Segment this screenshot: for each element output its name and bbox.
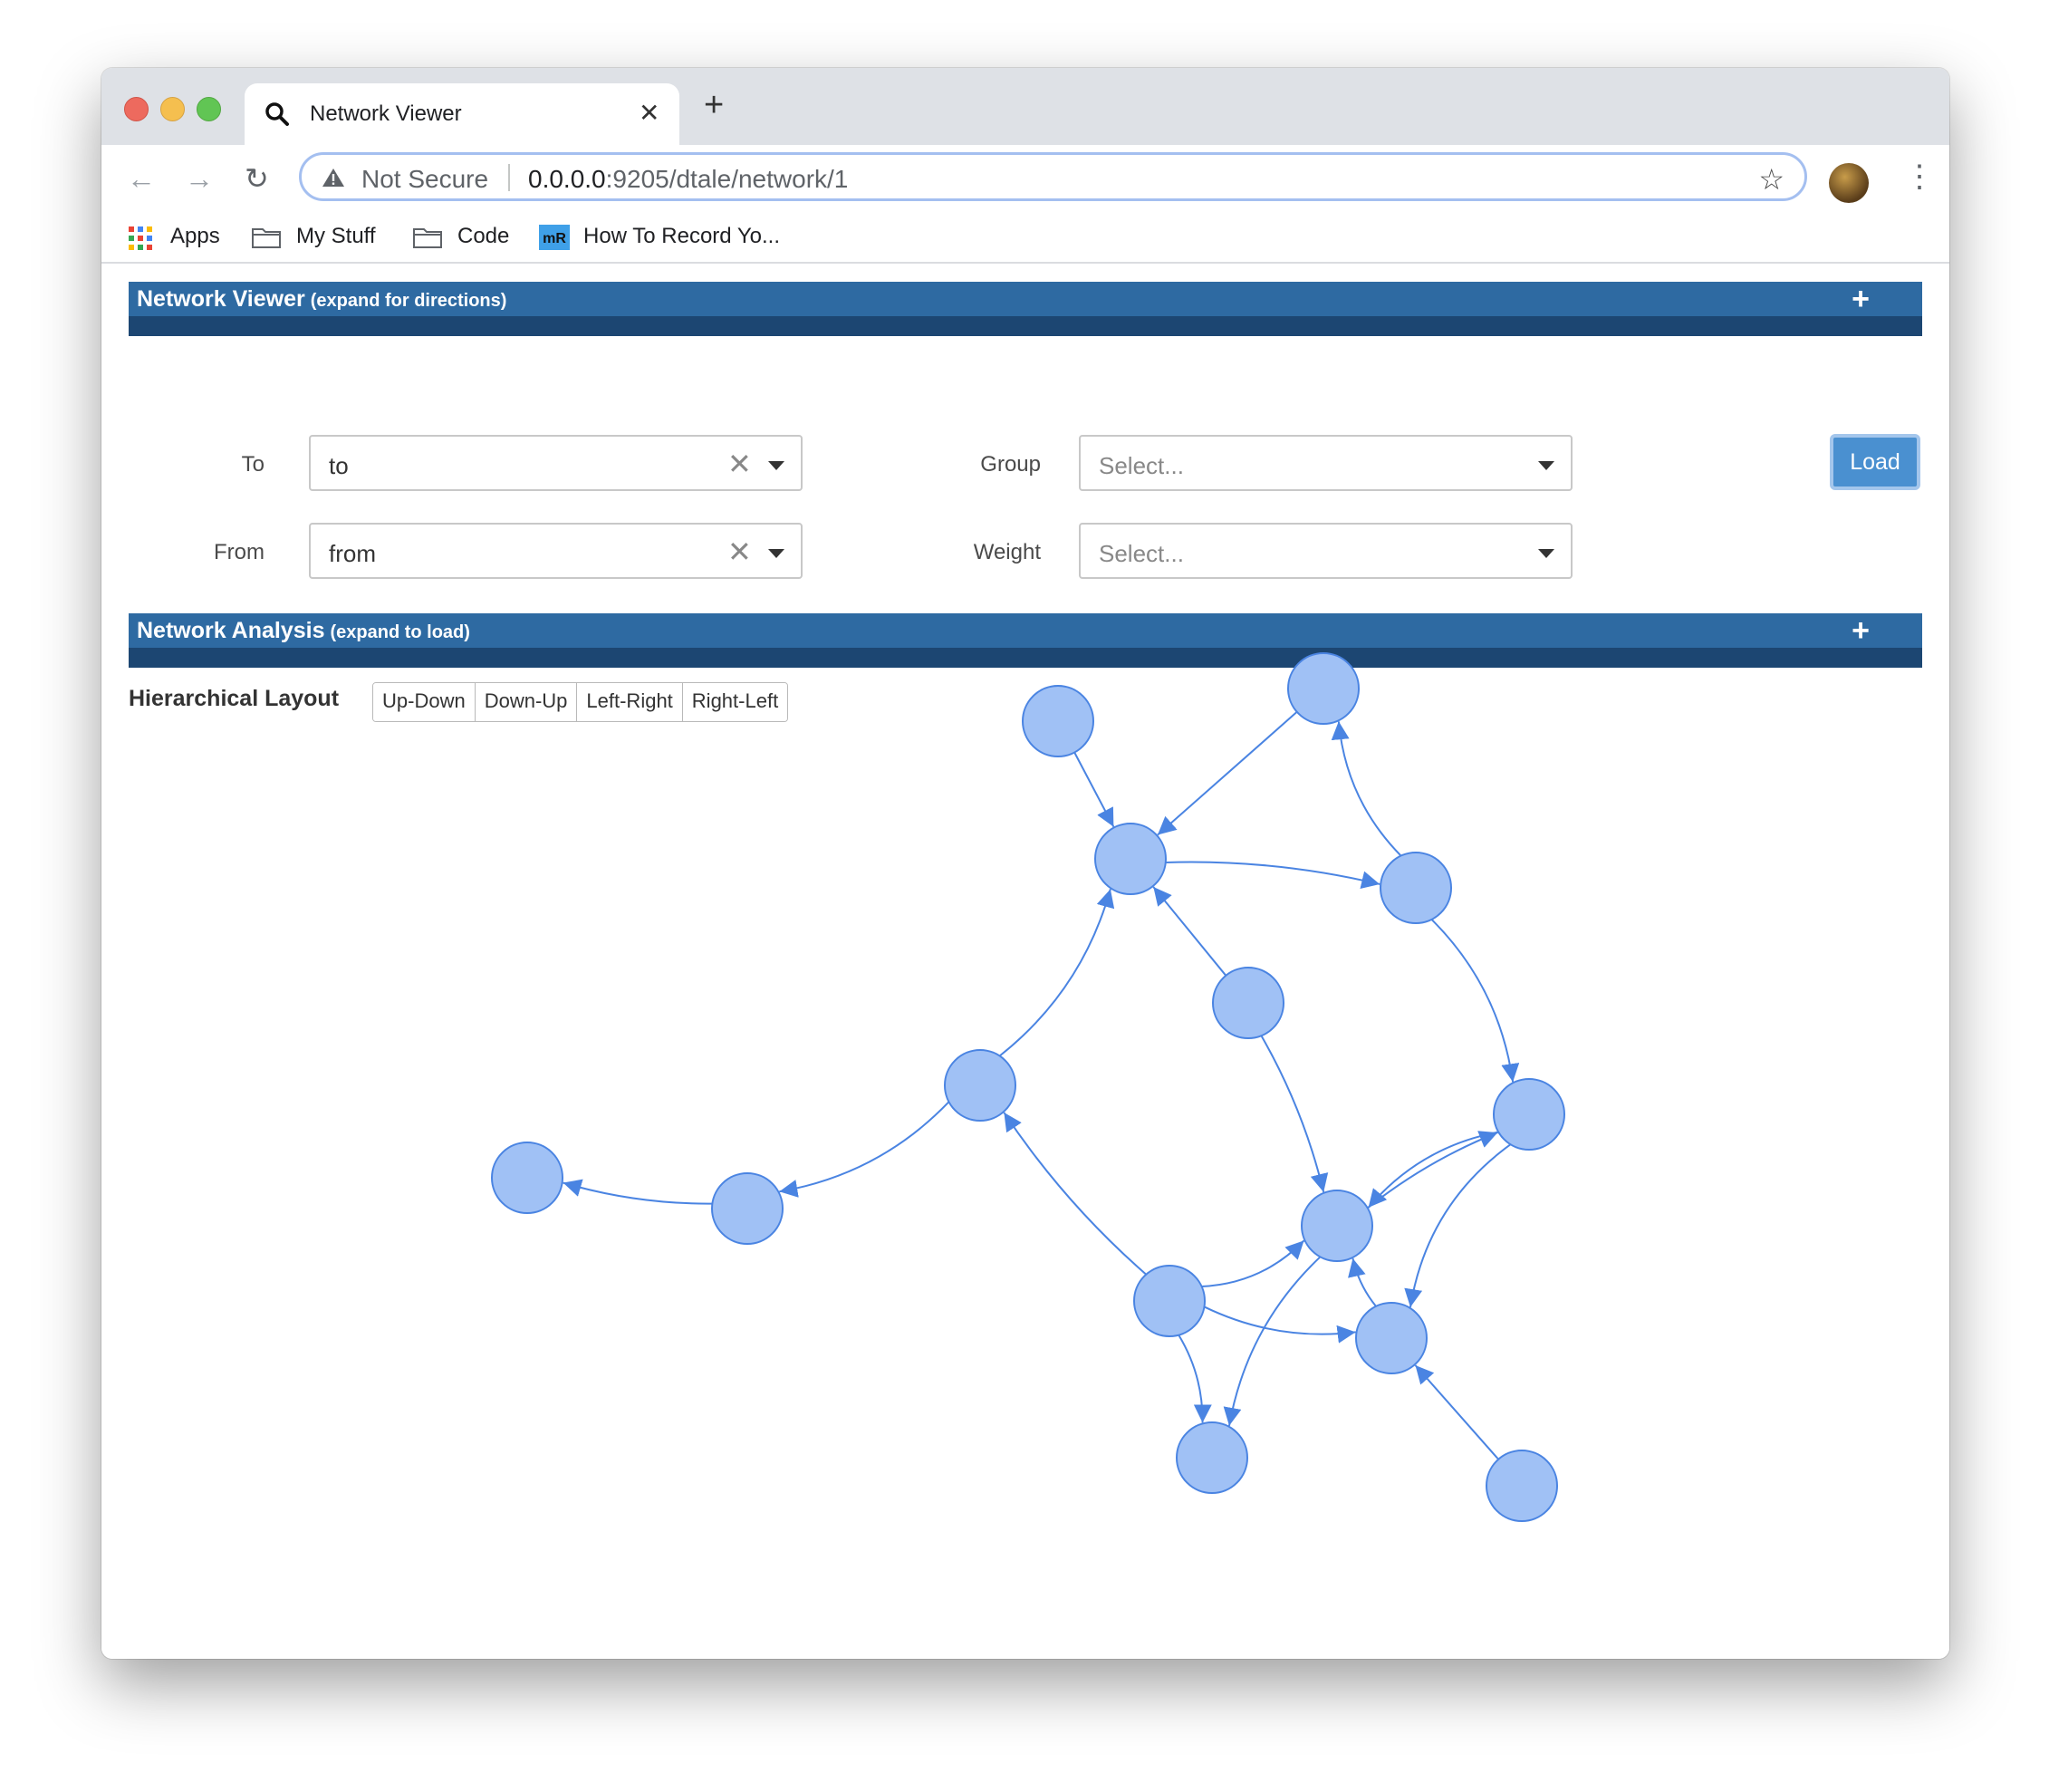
bookmark-code[interactable]: Code xyxy=(457,224,509,249)
graph-edge xyxy=(1414,1364,1499,1460)
browser-toolbar: ← → ↻ Not Secure 0.0.0.0:9205/dtale/netw… xyxy=(101,145,1949,213)
address-separator xyxy=(508,164,510,191)
browser-tab[interactable]: Network Viewer ✕ xyxy=(245,83,679,145)
bookmarks-bar: Apps My Stuff Code mR How To Record Yo..… xyxy=(101,213,1949,264)
bookmark-apps[interactable]: Apps xyxy=(170,224,220,249)
back-arrow-icon[interactable]: ← xyxy=(127,164,156,193)
url-path: :9205/dtale/network/1 xyxy=(605,165,849,193)
graph-node[interactable] xyxy=(1022,685,1094,757)
minimize-window-button[interactable] xyxy=(160,97,185,121)
mr-logo-icon: mR xyxy=(539,225,570,250)
graph-node[interactable] xyxy=(711,1172,784,1245)
profile-avatar[interactable] xyxy=(1829,163,1869,203)
graph-node[interactable] xyxy=(1212,967,1284,1039)
reload-icon[interactable]: ↻ xyxy=(245,164,269,193)
maximize-window-button[interactable] xyxy=(197,97,221,121)
graph-node[interactable] xyxy=(1094,823,1167,895)
close-tab-icon[interactable]: ✕ xyxy=(639,98,659,128)
graph-edge xyxy=(1260,1035,1329,1193)
graph-node[interactable] xyxy=(1301,1190,1373,1262)
graph-edge xyxy=(1331,721,1402,857)
url-text: 0.0.0.0:9205/dtale/network/1 xyxy=(528,165,848,194)
forward-arrow-icon[interactable]: → xyxy=(185,164,214,193)
network-graph[interactable] xyxy=(101,264,1949,1659)
graph-edge xyxy=(1157,711,1298,836)
graph-edge xyxy=(998,889,1115,1057)
tab-title: Network Viewer xyxy=(310,101,462,126)
tab-strip: Network Viewer ✕ + xyxy=(101,68,1949,145)
url-host: 0.0.0.0 xyxy=(528,165,606,193)
graph-edge xyxy=(563,1179,713,1205)
search-icon xyxy=(265,102,289,126)
bookmark-star-icon[interactable]: ☆ xyxy=(1758,162,1784,197)
graph-node[interactable] xyxy=(1380,852,1452,924)
warning-icon xyxy=(322,169,344,187)
graph-edge xyxy=(1165,861,1380,890)
graph-edge xyxy=(1367,1131,1498,1209)
graph-node[interactable] xyxy=(491,1142,563,1214)
graph-edge xyxy=(1348,1257,1377,1307)
graph-edge xyxy=(1152,886,1227,977)
graph-node[interactable] xyxy=(1287,652,1360,725)
graph-node[interactable] xyxy=(1493,1078,1565,1151)
menu-dots-icon[interactable]: ⋮ xyxy=(1904,161,1935,192)
graph-node[interactable] xyxy=(1486,1450,1558,1522)
graph-edge xyxy=(1204,1305,1356,1344)
graph-edge xyxy=(779,1101,950,1198)
graph-edge xyxy=(1003,1112,1147,1276)
bookmark-how-to-record[interactable]: How To Record Yo... xyxy=(583,224,780,249)
graph-edge xyxy=(1178,1334,1212,1423)
page-content: Network Viewer (expand for directions) + … xyxy=(101,264,1949,1659)
graph-edge xyxy=(1367,1131,1499,1209)
svg-text:mR: mR xyxy=(543,231,566,246)
apps-grid-icon[interactable] xyxy=(129,226,152,250)
graph-node[interactable] xyxy=(1355,1302,1428,1374)
security-status: Not Secure xyxy=(361,165,489,193)
browser-window: Network Viewer ✕ + ← → ↻ Not Secure 0.0.… xyxy=(101,68,1949,1659)
graph-edge xyxy=(1430,919,1520,1083)
bookmark-my-stuff[interactable]: My Stuff xyxy=(296,224,376,249)
close-window-button[interactable] xyxy=(124,97,149,121)
graph-nodes xyxy=(491,652,1565,1522)
graph-edge xyxy=(1223,1256,1322,1426)
address-bar[interactable]: Not Secure 0.0.0.0:9205/dtale/network/1 … xyxy=(299,152,1807,201)
new-tab-button[interactable]: + xyxy=(704,88,724,122)
graph-edge xyxy=(1073,752,1115,828)
graph-node[interactable] xyxy=(1133,1265,1206,1337)
folder-icon xyxy=(413,228,442,248)
graph-edge xyxy=(1201,1239,1305,1288)
graph-node[interactable] xyxy=(1176,1421,1248,1494)
folder-icon xyxy=(252,228,281,248)
graph-node[interactable] xyxy=(944,1049,1016,1122)
